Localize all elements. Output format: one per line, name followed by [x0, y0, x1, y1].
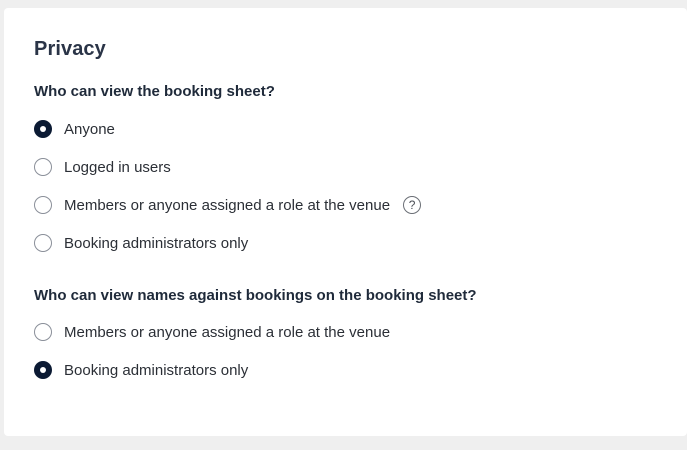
option-label: Logged in users — [64, 158, 171, 176]
radio-names-booking-admins[interactable] — [34, 361, 52, 379]
option-label: Booking administrators only — [64, 361, 249, 379]
option-names-booking-admins[interactable]: Booking administrators only — [34, 359, 248, 381]
radio-booking-admins[interactable] — [34, 234, 52, 252]
radio-anyone[interactable] — [34, 120, 52, 138]
option-label: Anyone — [64, 120, 115, 138]
option-booking-admins[interactable]: Booking administrators only — [34, 232, 248, 254]
booking-sheet-question: Who can view the booking sheet? — [34, 83, 275, 100]
option-label: Members or anyone assigned a role at the… — [64, 323, 391, 341]
radio-logged-in-users[interactable] — [34, 158, 52, 176]
option-label: Booking administrators only — [64, 234, 249, 252]
radio-members-or-role[interactable] — [34, 196, 52, 214]
option-logged-in-users[interactable]: Logged in users — [34, 156, 171, 178]
option-anyone[interactable]: Anyone — [34, 118, 115, 140]
option-label: Members or anyone assigned a role at the… — [64, 196, 391, 214]
radio-names-members-or-role[interactable] — [34, 323, 52, 341]
option-members-or-role[interactable]: Members or anyone assigned a role at the… — [34, 194, 422, 216]
names-visibility-question: Who can view names against bookings on t… — [34, 287, 477, 304]
question-circle-icon[interactable]: ? — [403, 196, 422, 214]
section-title: Privacy — [34, 38, 106, 60]
privacy-card: Privacy Who can view the booking sheet? … — [4, 8, 687, 436]
option-names-members-or-role[interactable]: Members or anyone assigned a role at the… — [34, 321, 390, 343]
